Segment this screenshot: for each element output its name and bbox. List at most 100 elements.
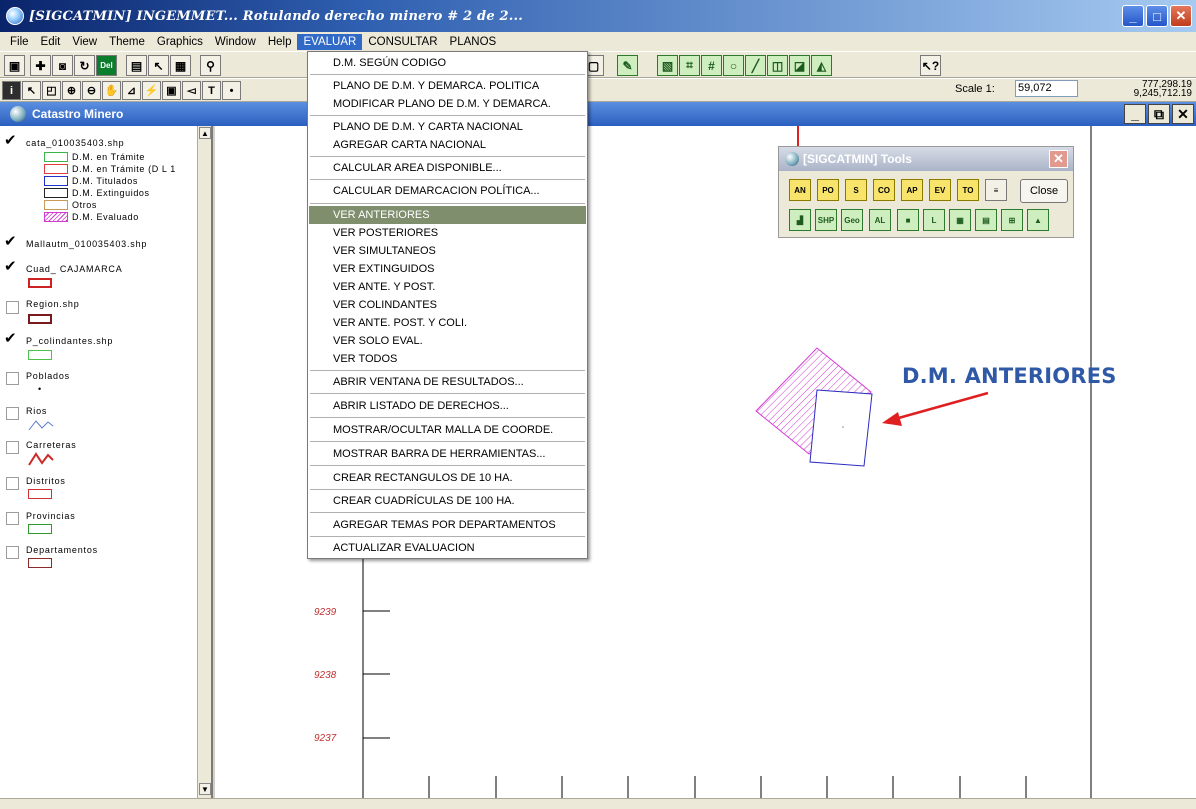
menu-view[interactable]: View — [66, 34, 103, 50]
menu-evaluar[interactable]: EVALUAR — [297, 33, 363, 50]
tool-report-button[interactable]: ≡ — [985, 179, 1007, 201]
menu-item-plano-carta-nacional[interactable]: PLANO DE D.M. Y CARTA NACIONAL — [309, 118, 586, 136]
menu-item-ver-anteriores[interactable]: VER ANTERIORES — [309, 206, 586, 224]
anterior-claim-polygon[interactable] — [809, 389, 873, 467]
maximize-button[interactable]: □ — [1146, 5, 1168, 27]
layer-checkbox-poblados[interactable] — [6, 372, 19, 385]
tool-cross-grid-icon[interactable]: ⊞ — [1001, 209, 1023, 231]
layer-name-provincias[interactable]: Provincias — [26, 511, 76, 521]
menu-item-mostrar-barra[interactable]: MOSTRAR BARRA DE HERRAMIENTAS... — [309, 445, 586, 463]
layer-checkbox-cata[interactable]: ✔ — [4, 133, 17, 149]
layer-name-region[interactable]: Region.shp — [26, 299, 80, 309]
tool-table-icon[interactable]: ▤ — [975, 209, 997, 231]
menu-item-crear-cuadriculas[interactable]: CREAR CUADRÍCULAS DE 100 HA. — [309, 492, 586, 510]
tool-anteriores-button[interactable]: AN — [789, 179, 811, 201]
pen-tool-icon[interactable]: ✎ — [617, 55, 638, 76]
line-tool-icon[interactable]: ╱ — [745, 55, 766, 76]
menu-edit[interactable]: Edit — [35, 34, 67, 50]
menu-item-plano-dm-demarca[interactable]: PLANO DE D.M. Y DEMARCA. POLITICA — [309, 77, 586, 95]
tool-square-icon[interactable]: ■ — [897, 209, 919, 231]
view-close-button[interactable]: ✕ — [1172, 104, 1194, 124]
tools-title-bar[interactable]: [SIGCATMIN] Tools — [779, 147, 1073, 171]
refresh-icon[interactable]: ↻ — [74, 55, 95, 76]
tool-colindantes-button[interactable]: CO — [873, 179, 895, 201]
close-button[interactable]: ✕ — [1170, 5, 1192, 27]
text-icon[interactable]: T — [202, 81, 221, 100]
layer-checkbox-distritos[interactable] — [6, 477, 19, 490]
sigcatmin-app-icon[interactable] — [6, 7, 24, 25]
menu-window[interactable]: Window — [209, 34, 262, 50]
frame-icon[interactable]: ⌗ — [679, 55, 700, 76]
text-tool-icon[interactable]: ◪ — [789, 55, 810, 76]
menu-item-crear-rectangulos[interactable]: CREAR RECTANGULOS DE 10 HA. — [309, 469, 586, 487]
pointer-icon[interactable]: ↖ — [22, 81, 41, 100]
menu-item-abrir-resultados[interactable]: ABRIR VENTANA DE RESULTADOS... — [309, 373, 586, 391]
tool-simultaneos-button[interactable]: S — [845, 179, 867, 201]
tools-close-button[interactable]: Close — [1020, 179, 1068, 203]
zoom-in-icon[interactable]: ⊕ — [62, 81, 81, 100]
layer-name-colindantes[interactable]: P_colindantes.shp — [26, 336, 113, 346]
tool-color-icon[interactable]: ▟ — [789, 209, 811, 231]
view-minimize-button[interactable]: _ — [1124, 104, 1146, 124]
menu-item-calcular-area[interactable]: CALCULAR AREA DISPONIBLE... — [309, 159, 586, 177]
tools-close-x-button[interactable]: ✕ — [1049, 150, 1068, 168]
tool-l-icon[interactable]: L — [923, 209, 945, 231]
theme-props-icon[interactable]: ◙ — [52, 55, 73, 76]
layer-checkbox-region[interactable] — [6, 301, 19, 314]
menu-item-mostrar-malla[interactable]: MOSTRAR/OCULTAR MALLA DE COORDE. — [309, 421, 586, 439]
tool-evaluado-button[interactable]: EV — [929, 179, 951, 201]
menu-planos[interactable]: PLANOS — [444, 34, 503, 50]
menu-item-ver-colindantes[interactable]: VER COLINDANTES — [309, 296, 586, 314]
area-select-icon[interactable]: ▣ — [162, 81, 181, 100]
save-icon[interactable]: ▣ — [4, 55, 25, 76]
menu-item-ver-extinguidos[interactable]: VER EXTINGUIDOS — [309, 260, 586, 278]
tool-shp-button[interactable]: SHP — [815, 209, 837, 231]
menu-item-ver-simultaneos[interactable]: VER SIMULTANEOS — [309, 242, 586, 260]
layer-checkbox-mallautm[interactable]: ✔ — [4, 234, 17, 250]
menu-help[interactable]: Help — [262, 34, 298, 50]
layer-name-cata[interactable]: cata_010035403.shp — [26, 138, 124, 148]
legend-scrollbar[interactable]: ▲ ▼ — [197, 126, 211, 798]
menu-file[interactable]: File — [4, 34, 35, 50]
grid-icon[interactable]: # — [701, 55, 722, 76]
layer-checkbox-colindantes[interactable]: ✔ — [4, 331, 17, 347]
menu-item-modificar-plano[interactable]: MODIFICAR PLANO DE D.M. Y DEMARCA. — [309, 95, 586, 113]
layer-name-departamentos[interactable]: Departamentos — [26, 545, 98, 555]
layer-checkbox-cuad[interactable]: ✔ — [4, 259, 17, 275]
find-icon[interactable]: ⚲ — [200, 55, 221, 76]
select-graphic-icon[interactable]: ↖ — [148, 55, 169, 76]
view-restore-button[interactable]: ⧉ — [1148, 104, 1170, 124]
help-pointer-icon[interactable]: ↖? — [920, 55, 941, 76]
properties-icon[interactable]: ▤ — [126, 55, 147, 76]
menu-item-ver-solo-eval[interactable]: VER SOLO EVAL. — [309, 332, 586, 350]
hotlink-icon[interactable]: ⚡ — [142, 81, 161, 100]
layer-name-cuad[interactable]: Cuad_ CAJAMARCA — [26, 264, 123, 274]
vertex-edit-icon[interactable]: ◰ — [42, 81, 61, 100]
tool-terrain-icon[interactable]: ▲ — [1027, 209, 1049, 231]
tool-al-button[interactable]: AL — [869, 209, 891, 231]
measure-icon[interactable]: ⊿ — [122, 81, 141, 100]
tool-geo-button[interactable]: Geo — [841, 209, 863, 231]
layer-name-carreteras[interactable]: Carreteras — [26, 440, 77, 450]
scroll-up-arrow-icon[interactable]: ▲ — [199, 127, 211, 139]
menu-item-calcular-demarcacion[interactable]: CALCULAR DEMARCACION POLÍTICA... — [309, 182, 586, 200]
menu-item-ver-posteriores[interactable]: VER POSTERIORES — [309, 224, 586, 242]
menu-item-abrir-listado[interactable]: ABRIR LISTADO DE DERECHOS... — [309, 397, 586, 415]
layer-name-distritos[interactable]: Distritos — [26, 476, 66, 486]
label-icon[interactable]: ◅ — [182, 81, 201, 100]
point-draw-icon[interactable]: • — [222, 81, 241, 100]
layer-checkbox-carreteras[interactable] — [6, 441, 19, 454]
layer-name-rios[interactable]: Rios — [26, 406, 47, 416]
menu-consultar[interactable]: CONSULTAR — [362, 34, 443, 50]
add-theme-icon[interactable]: ✚ — [30, 55, 51, 76]
doc-tool-icon[interactable]: ◫ — [767, 55, 788, 76]
tool-ante-post-button[interactable]: AP — [901, 179, 923, 201]
menu-item-ver-ante-post-coli[interactable]: VER ANTE. POST. Y COLI. — [309, 314, 586, 332]
zoom-out-icon[interactable]: ⊖ — [82, 81, 101, 100]
menu-item-agregar-temas[interactable]: AGREGAR TEMAS POR DEPARTAMENTOS — [309, 516, 586, 534]
menu-item-ver-todos[interactable]: VER TODOS — [309, 350, 586, 368]
layer-checkbox-departamentos[interactable] — [6, 546, 19, 559]
menu-item-agregar-carta[interactable]: AGREGAR CARTA NACIONAL — [309, 136, 586, 154]
menu-item-dm-segun-codigo[interactable]: D.M. SEGÚN CODIGO — [309, 54, 586, 72]
scale-input[interactable]: 59,072 — [1015, 80, 1078, 97]
